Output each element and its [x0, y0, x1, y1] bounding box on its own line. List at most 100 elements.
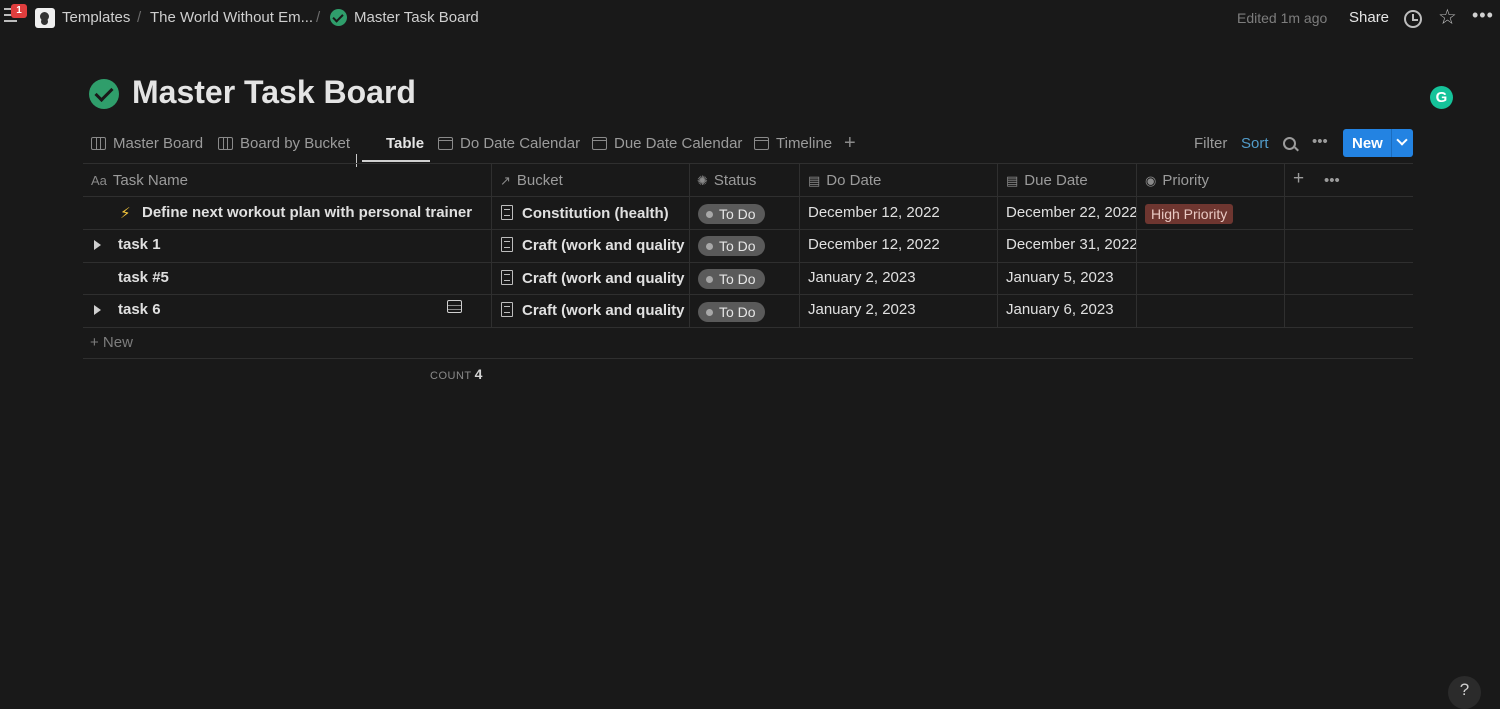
- status-badge[interactable]: To Do: [698, 302, 765, 322]
- divider: [83, 196, 1413, 197]
- status-dot-icon: [706, 211, 713, 218]
- new-button-label: New: [1352, 135, 1383, 152]
- top-bar: 1 Templates / The World Without Em... / …: [0, 0, 1500, 36]
- relation-icon: ↗: [500, 172, 511, 188]
- sort-button[interactable]: Sort: [1241, 135, 1269, 152]
- toggle-triangle-icon[interactable]: [94, 240, 101, 250]
- status-dot-icon: [706, 276, 713, 283]
- column-header-bucket[interactable]: ↗ Bucket: [500, 172, 563, 189]
- page-icon-check[interactable]: [89, 79, 119, 109]
- tab-due-date-calendar[interactable]: Due Date Calendar: [592, 135, 742, 152]
- more-options-icon[interactable]: •••: [1472, 5, 1494, 26]
- divider: [997, 163, 998, 327]
- status-dot-icon: [706, 243, 713, 250]
- add-view-icon[interactable]: +: [844, 132, 856, 155]
- tab-board-by-bucket[interactable]: Board by Bucket: [218, 135, 350, 152]
- view-more-icon[interactable]: •••: [1312, 133, 1328, 150]
- bucket-cell[interactable]: Craft (work and quality leisure): [501, 302, 689, 319]
- due-date-cell[interactable]: December 22, 2022: [1006, 204, 1136, 221]
- tab-master-board[interactable]: Master Board: [91, 135, 203, 152]
- workspace-icon[interactable]: [35, 8, 55, 28]
- do-date-cell[interactable]: January 2, 2023: [808, 301, 993, 318]
- text-cursor-icon: [356, 154, 365, 167]
- task-name-cell[interactable]: task #5: [118, 269, 478, 286]
- task-name-cell[interactable]: task 1: [118, 236, 478, 253]
- divider: [83, 294, 1413, 295]
- history-icon[interactable]: [1404, 10, 1422, 28]
- calendar-icon: [438, 137, 453, 150]
- page-icon: [501, 270, 513, 285]
- favorite-star-icon[interactable]: ☆: [1438, 5, 1457, 30]
- calendar-icon: ▤: [1006, 172, 1019, 188]
- column-header-due-date[interactable]: ▤ Due Date: [1006, 172, 1088, 189]
- divider: [83, 163, 1413, 164]
- divider: [689, 163, 690, 327]
- bucket-cell[interactable]: Craft (work and quality leisure): [501, 270, 689, 287]
- due-date-cell[interactable]: January 5, 2023: [1006, 269, 1136, 286]
- column-header-status[interactable]: ✺ Status: [697, 172, 756, 189]
- status-dot-icon: [706, 309, 713, 316]
- notification-badge[interactable]: 1: [11, 4, 27, 18]
- text-type-icon: Aa: [91, 173, 107, 188]
- column-header-do-date[interactable]: ▤ Do Date: [808, 172, 881, 189]
- divider: [1136, 163, 1137, 327]
- filter-button[interactable]: Filter: [1194, 135, 1227, 152]
- add-row-button[interactable]: + New: [90, 334, 133, 351]
- divider: [1391, 129, 1392, 157]
- status-icon: ✺: [697, 172, 708, 188]
- check-circle-icon: [330, 9, 347, 26]
- breadcrumb-templates[interactable]: Templates: [62, 9, 130, 26]
- divider: [799, 163, 800, 327]
- help-button[interactable]: ?: [1448, 676, 1481, 709]
- lightning-icon: ⚡: [120, 205, 131, 222]
- calendar-icon: [592, 137, 607, 150]
- new-button[interactable]: New: [1343, 129, 1413, 157]
- do-date-cell[interactable]: December 12, 2022: [808, 236, 993, 253]
- divider: [491, 163, 492, 327]
- column-header-priority[interactable]: ◉ Priority: [1145, 172, 1209, 189]
- board-icon: [91, 137, 106, 150]
- chevron-down-icon[interactable]: [1396, 134, 1408, 146]
- calendar-icon: ▤: [808, 172, 821, 188]
- breadcrumb-separator: /: [316, 9, 321, 26]
- tab-timeline[interactable]: Timeline: [754, 135, 832, 152]
- breadcrumb-master-task-board[interactable]: Master Task Board: [354, 9, 479, 26]
- status-badge[interactable]: To Do: [698, 269, 765, 289]
- divider: [83, 229, 1413, 230]
- toggle-triangle-icon[interactable]: [94, 305, 101, 315]
- bucket-cell[interactable]: Craft (work and quality leisure): [501, 237, 689, 254]
- tab-table[interactable]: Table: [364, 135, 462, 313]
- select-icon: ◉: [1145, 172, 1157, 188]
- property-more-icon[interactable]: •••: [1324, 172, 1340, 189]
- page-icon: [501, 302, 513, 317]
- task-name-cell[interactable]: task 6: [118, 301, 478, 318]
- due-date-cell[interactable]: December 31, 2022: [1006, 236, 1136, 253]
- share-button[interactable]: Share: [1349, 9, 1389, 26]
- bucket-cell[interactable]: Constitution (health): [501, 205, 689, 222]
- breadcrumb-world-without-email[interactable]: The World Without Em...: [150, 9, 313, 26]
- do-date-cell[interactable]: December 12, 2022: [808, 204, 993, 221]
- grammarly-icon[interactable]: G: [1430, 86, 1453, 109]
- edited-status: Edited 1m ago: [1237, 10, 1328, 26]
- timeline-icon: [754, 137, 769, 150]
- breadcrumb-separator: /: [137, 9, 142, 26]
- column-header-task-name[interactable]: Aa Task Name: [91, 172, 188, 189]
- active-tab-indicator: [362, 160, 430, 162]
- page-icon: [501, 237, 513, 252]
- count-summary[interactable]: COUNT 4: [430, 366, 483, 382]
- add-property-icon[interactable]: +: [1293, 168, 1304, 190]
- divider: [83, 327, 1413, 328]
- priority-badge[interactable]: High Priority: [1145, 204, 1234, 224]
- page-title[interactable]: Master Task Board: [132, 74, 416, 111]
- due-date-cell[interactable]: January 6, 2023: [1006, 301, 1136, 318]
- tab-do-date-calendar[interactable]: Do Date Calendar: [438, 135, 580, 152]
- status-badge[interactable]: To Do: [698, 204, 765, 224]
- search-icon[interactable]: [1283, 137, 1296, 150]
- status-badge[interactable]: To Do: [698, 236, 765, 256]
- divider: [83, 262, 1413, 263]
- do-date-cell[interactable]: January 2, 2023: [808, 269, 993, 286]
- page-icon: [501, 205, 513, 220]
- task-name-cell[interactable]: Define next workout plan with personal t…: [142, 204, 487, 221]
- divider: [1284, 163, 1285, 327]
- board-icon: [218, 137, 233, 150]
